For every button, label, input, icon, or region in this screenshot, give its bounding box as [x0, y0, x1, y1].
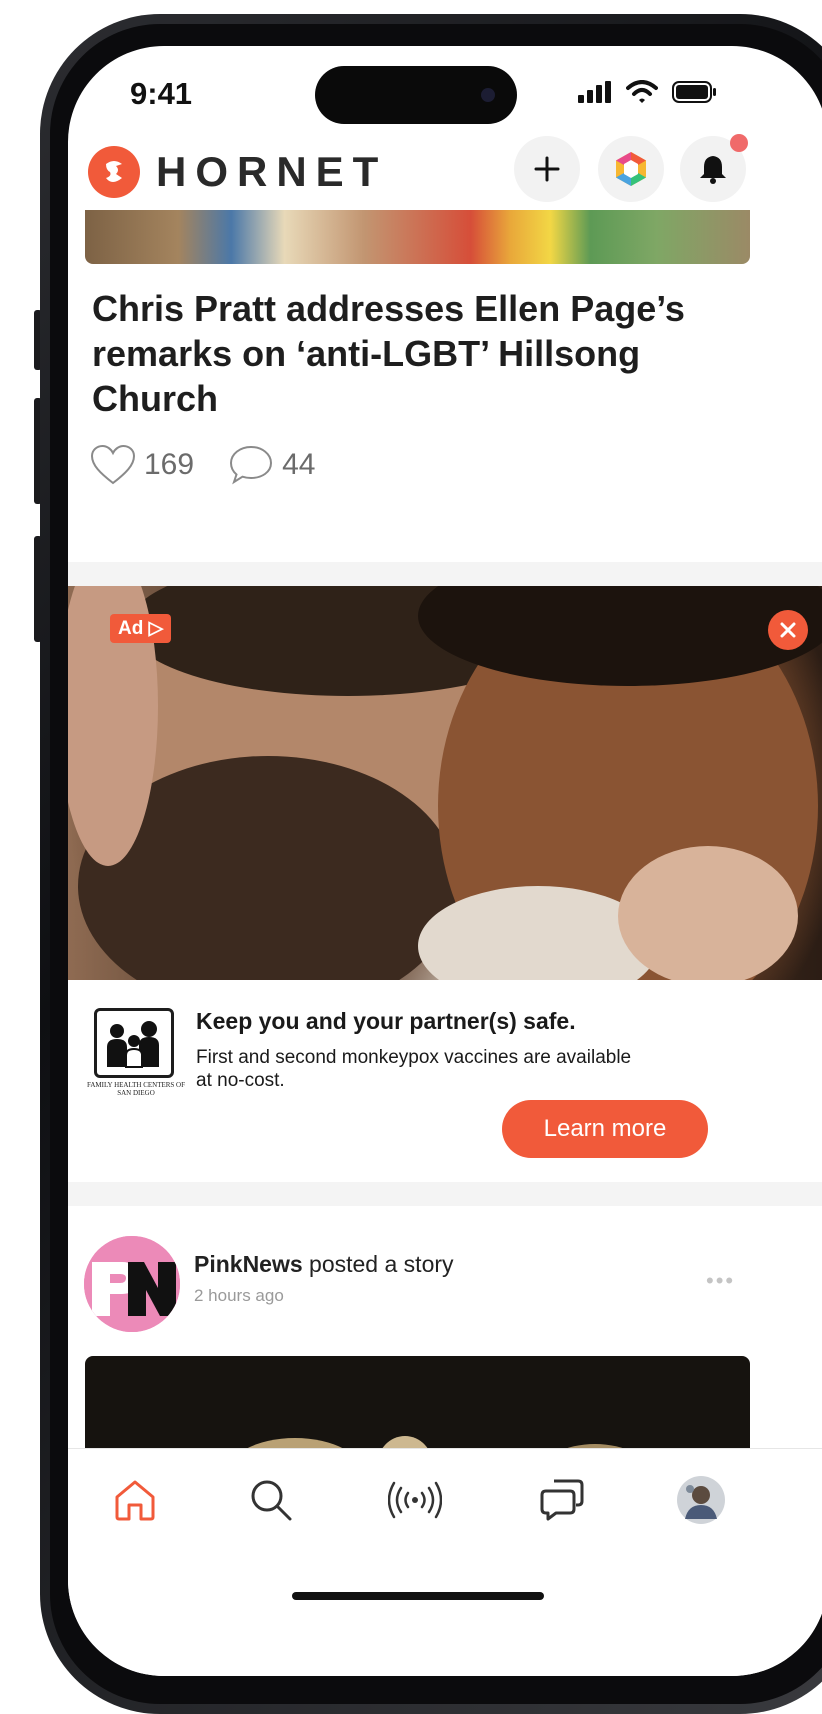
notification-badge: [730, 134, 748, 152]
pinknews-logo-icon: [84, 1236, 180, 1332]
advertiser-logo[interactable]: FAMILY HEALTH CENTERS OF SAN DIEGO: [87, 1008, 185, 1118]
comment-count: 44: [282, 448, 316, 481]
article-title[interactable]: Chris Pratt addresses Ellen Page’s remar…: [92, 286, 752, 421]
search-icon: [251, 1480, 292, 1521]
tab-live[interactable]: [388, 1473, 442, 1527]
comment-icon[interactable]: [228, 444, 274, 486]
home-icon: [115, 1480, 155, 1521]
heart-icon[interactable]: [90, 444, 136, 486]
status-icons: [578, 80, 718, 104]
bell-icon: [700, 156, 726, 184]
camera-icon: [481, 88, 495, 102]
signal-icon: [578, 81, 611, 103]
feed-separator: [68, 1182, 822, 1206]
live-icon: [388, 1481, 442, 1519]
tab-bar: [68, 1448, 822, 1676]
ad-body: First and second monkeypox vaccines are …: [196, 1047, 632, 1091]
ad-badge-label: Ad: [118, 618, 144, 639]
close-icon: [780, 622, 796, 638]
battery-icon: [672, 81, 716, 103]
chat-icon: [540, 1479, 584, 1521]
tab-profile[interactable]: [674, 1473, 728, 1527]
wifi-icon: [626, 80, 658, 103]
tab-home[interactable]: [108, 1473, 162, 1527]
ad-close-button[interactable]: [768, 610, 808, 650]
tab-search[interactable]: [244, 1473, 298, 1527]
profile-avatar: [677, 1476, 725, 1524]
post-time: 2 hours ago: [194, 1286, 284, 1305]
advertiser-name: FAMILY HEALTH CENTERS OF SAN DIEGO: [86, 1081, 186, 1097]
home-indicator[interactable]: [292, 1592, 544, 1600]
status-time: 9:41: [130, 76, 193, 111]
learn-more-button[interactable]: Learn more: [502, 1100, 708, 1158]
ad-photo: [68, 586, 822, 980]
post-action: posted a story: [302, 1251, 454, 1277]
app-name: HORNET: [156, 148, 388, 195]
honey-button[interactable]: [598, 136, 664, 202]
app-screen: 9:41 HORNET Chris Pratt addresses Ellen …: [68, 46, 822, 1676]
like-count: 169: [144, 448, 195, 481]
article-reactions: 169 44: [90, 444, 349, 486]
article-image[interactable]: [85, 210, 750, 264]
ad-headline[interactable]: Keep you and your partner(s) safe.: [196, 1008, 576, 1035]
pinknews-avatar[interactable]: [84, 1236, 180, 1332]
hornet-logo-icon: [88, 146, 140, 198]
create-button[interactable]: [514, 136, 580, 202]
plus-icon: [534, 156, 560, 182]
notifications-button[interactable]: [680, 134, 748, 202]
more-options-icon[interactable]: •••: [706, 1268, 735, 1294]
post-author[interactable]: PinkNews: [194, 1251, 303, 1277]
hexagon-icon: [616, 152, 646, 186]
post-author-line[interactable]: PinkNews posted a story: [194, 1251, 454, 1278]
brand[interactable]: HORNET: [88, 146, 387, 198]
feed-separator: [68, 562, 822, 586]
family-icon: [94, 1008, 174, 1078]
play-icon: ▷: [148, 618, 164, 639]
ad-badge[interactable]: Ad ▷: [110, 614, 172, 643]
tab-chat[interactable]: [536, 1473, 590, 1527]
ad-image[interactable]: Ad ▷: [68, 586, 822, 980]
dynamic-island: [315, 66, 517, 124]
